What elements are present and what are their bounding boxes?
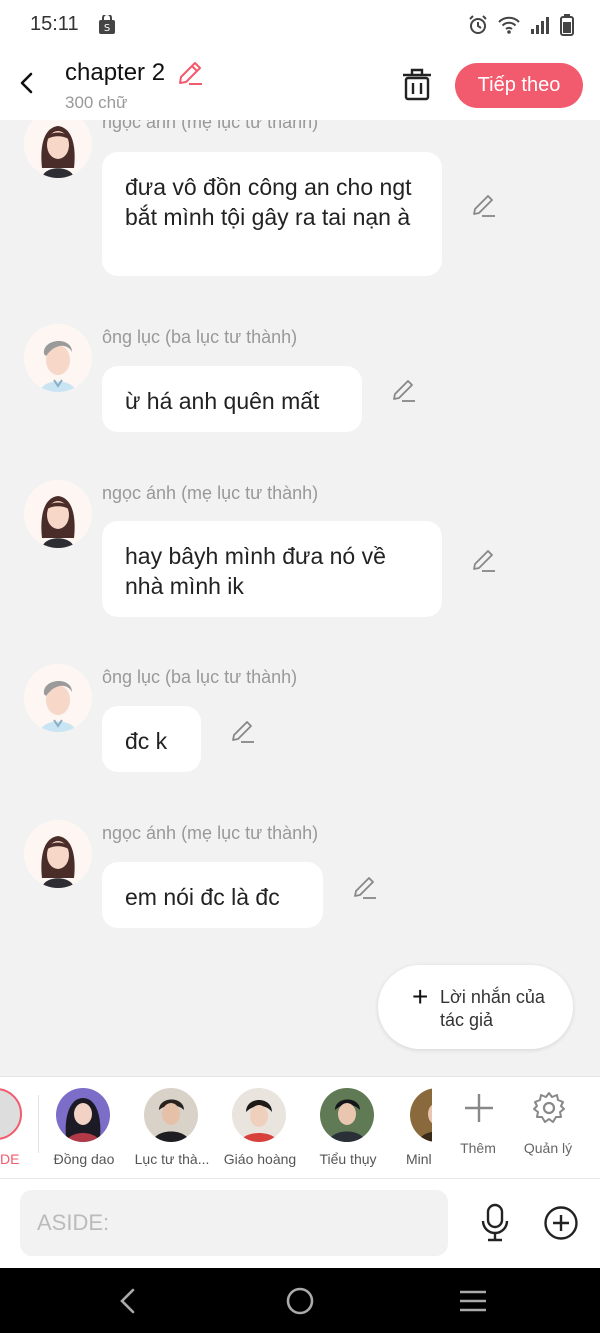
input-bar — [0, 1178, 600, 1268]
message-bubble[interactable]: hay bâyh mình đưa nó về nhà mình ik — [102, 521, 442, 617]
add-character-label: Thêm — [460, 1140, 496, 1156]
chevron-left-icon — [20, 72, 33, 94]
avatar[interactable] — [24, 324, 92, 392]
wifi-icon — [498, 16, 520, 39]
gear-icon — [533, 1092, 565, 1123]
message-bubble[interactable]: em nói đc là đc — [102, 862, 323, 928]
signal-icon — [530, 16, 550, 39]
pencil-icon[interactable] — [230, 719, 256, 745]
avatar — [56, 1088, 110, 1142]
nav-back-button[interactable] — [111, 1284, 145, 1318]
woman-avatar-icon — [24, 820, 92, 888]
word-count: 300 chữ — [65, 93, 128, 112]
author-note-button[interactable]: + Lời nhắn của tác giả — [378, 965, 573, 1049]
character-item[interactable]: Tiểu thụy — [304, 1077, 392, 1177]
circle-home-icon — [286, 1287, 314, 1315]
manage-characters-label: Quản lý — [523, 1140, 573, 1156]
add-character-button[interactable]: Thêm — [438, 1077, 518, 1177]
chevron-left-icon — [120, 1288, 135, 1314]
trash-icon — [403, 68, 431, 101]
avatar — [320, 1088, 374, 1142]
character-item[interactable]: Minl — [392, 1077, 432, 1177]
aside-character-avatar[interactable] — [0, 1088, 22, 1140]
man-avatar-icon — [24, 664, 92, 732]
nav-home-button[interactable] — [283, 1284, 317, 1318]
divider — [38, 1095, 39, 1153]
avatar[interactable] — [24, 820, 92, 888]
plus-circle-icon — [544, 1206, 578, 1240]
pencil-icon[interactable] — [471, 548, 497, 574]
shopping-bag-icon: S — [98, 13, 116, 40]
manage-characters-button[interactable]: Quản lý — [508, 1077, 588, 1177]
system-nav-bar — [0, 1268, 600, 1333]
character-item[interactable]: Giáo hoàng — [216, 1077, 304, 1177]
alarm-icon — [468, 15, 488, 40]
author-note-label: Lời nhắn của tác giả — [440, 987, 545, 1030]
avatar — [410, 1088, 432, 1142]
character-item[interactable]: Đồng dao — [40, 1077, 128, 1177]
aside-character-label: DE — [0, 1151, 20, 1167]
pencil-icon[interactable] — [471, 193, 497, 219]
pencil-icon — [179, 62, 202, 85]
avatar[interactable] — [24, 120, 92, 178]
nav-menu-button[interactable] — [456, 1284, 490, 1318]
sender-name: ông lục (ba lục tư thành) — [102, 327, 298, 347]
microphone-icon — [481, 1203, 509, 1242]
character-label: Lục tư thà... — [134, 1151, 210, 1167]
plus-icon — [465, 1094, 493, 1122]
woman-avatar-icon — [24, 120, 92, 178]
sender-name: ngọc ánh (mẹ lục tư thành) — [102, 120, 319, 132]
pencil-icon[interactable] — [391, 378, 417, 404]
svg-text:S: S — [104, 23, 110, 34]
character-label: Giáo hoàng — [223, 1151, 297, 1167]
add-attachment-button[interactable] — [543, 1205, 579, 1241]
man-avatar-icon — [24, 324, 92, 392]
back-button[interactable] — [14, 68, 40, 98]
microphone-button[interactable] — [478, 1203, 512, 1243]
app-header: chapter 2 300 chữ Tiếp theo — [0, 50, 600, 120]
pencil-icon[interactable] — [352, 875, 378, 901]
plus-icon: + — [412, 981, 429, 1012]
edit-title-button[interactable] — [176, 59, 204, 87]
status-bar: 15:11 S — [0, 0, 600, 50]
avatar — [232, 1088, 286, 1142]
message-bubble[interactable]: ừ há anh quên mất — [102, 366, 362, 432]
character-item[interactable]: Lục tư thà... — [128, 1077, 216, 1177]
status-time: 15:11 — [30, 13, 79, 35]
character-label: Đồng dao — [53, 1151, 115, 1167]
next-button[interactable]: Tiếp theo — [455, 63, 583, 108]
avatar[interactable] — [24, 664, 92, 732]
message-bubble[interactable]: đc k — [102, 706, 201, 772]
chat-area: ngọc ánh (mẹ lục tư thành) đưa vô đồn cô… — [0, 120, 600, 1075]
character-bar: DE Đồng dao Lục tư thà... Giáo hoàng Tiể… — [0, 1076, 600, 1178]
message-input[interactable] — [20, 1190, 448, 1256]
battery-icon — [560, 14, 574, 41]
sender-name: ông lục (ba lục tư thành) — [102, 667, 298, 687]
avatar[interactable] — [24, 480, 92, 548]
sender-name: ngọc ánh (mẹ lục tư thành) — [102, 483, 319, 503]
character-label: Minl — [406, 1151, 432, 1167]
avatar — [144, 1088, 198, 1142]
message-bubble[interactable]: đưa vô đồn công an cho ngt bắt mình tội … — [102, 152, 442, 276]
menu-icon — [460, 1290, 486, 1312]
character-label: Tiểu thụy — [319, 1151, 377, 1167]
woman-avatar-icon — [24, 480, 92, 548]
page-title: chapter 2 — [65, 59, 166, 86]
delete-button[interactable] — [400, 66, 434, 102]
sender-name: ngọc ánh (mẹ lục tư thành) — [102, 823, 319, 843]
